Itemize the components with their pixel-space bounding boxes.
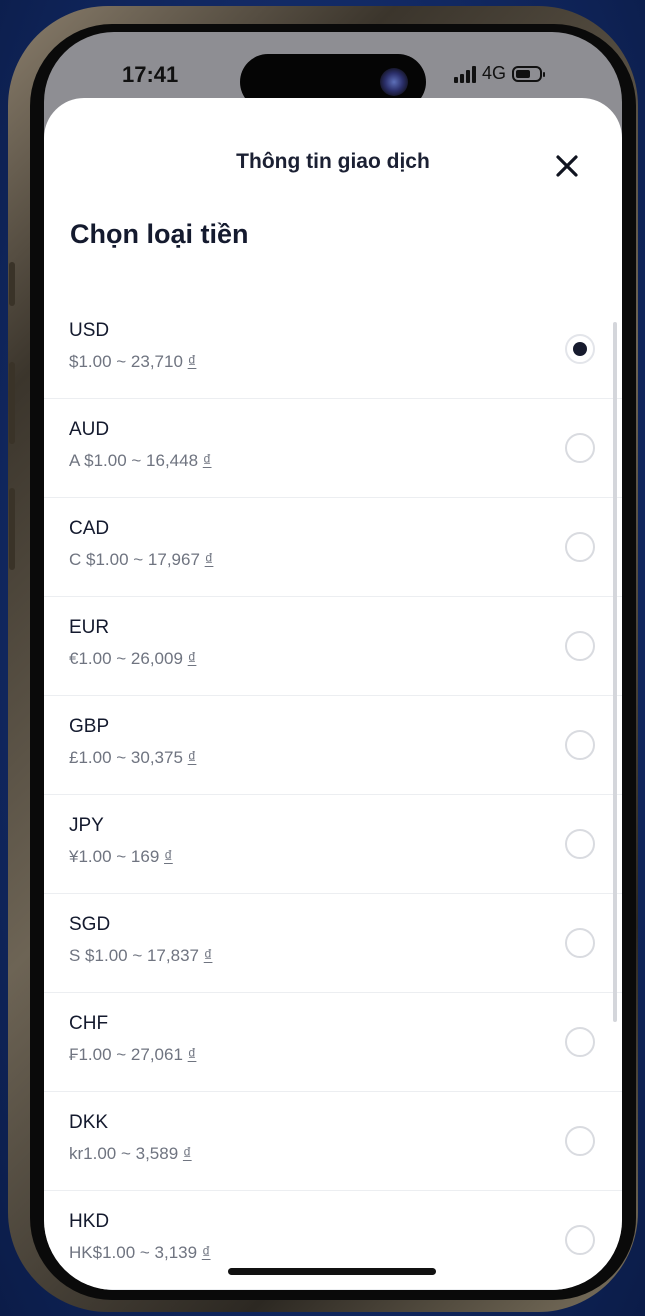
currency-rate: €1.00 ~ 26,009 ₫ [69, 649, 196, 669]
radio-button[interactable] [565, 730, 595, 760]
volume-down-button [9, 488, 15, 570]
radio-button[interactable] [565, 532, 595, 562]
currency-row-chf[interactable]: CHF ₣1.00 ~ 27,061 ₫ [44, 993, 622, 1092]
currency-row-usd[interactable]: USD $1.00 ~ 23,710 ₫ [44, 300, 622, 399]
status-time: 17:41 [122, 62, 179, 87]
radio-button[interactable] [565, 631, 595, 661]
currency-code: SGD [69, 914, 111, 935]
currency-rate: ¥1.00 ~ 169 ₫ [69, 847, 173, 867]
close-icon [556, 155, 578, 177]
radio-button[interactable] [565, 1027, 595, 1057]
rate-value: S $1.00 ~ 17,837 [69, 946, 199, 965]
signal-icon [454, 65, 476, 83]
dong-symbol: ₫ [187, 649, 197, 668]
currency-code: USD [69, 320, 110, 341]
rate-value: ¥1.00 ~ 169 [69, 847, 160, 866]
rate-value: €1.00 ~ 26,009 [69, 649, 183, 668]
currency-code: CAD [69, 518, 110, 539]
radio-button[interactable] [565, 1126, 595, 1156]
camera-icon [380, 68, 408, 96]
currency-row-hkd[interactable]: HKD HK$1.00 ~ 3,139 ₫ [44, 1191, 622, 1290]
currency-code: DKK [69, 1112, 109, 1133]
currency-code: HKD [69, 1211, 110, 1232]
dong-symbol: ₫ [187, 748, 197, 767]
action-button [9, 262, 15, 306]
currency-row-cad[interactable]: CAD C $1.00 ~ 17,967 ₫ [44, 498, 622, 597]
currency-sheet: Thông tin giao dịch Chọn loại tiền USD $1… [44, 98, 622, 1290]
currency-rate: HK$1.00 ~ 3,139 ₫ [69, 1243, 211, 1263]
dong-symbol: ₫ [203, 946, 213, 965]
dong-symbol: ₫ [187, 352, 197, 371]
currency-rate: £1.00 ~ 30,375 ₫ [69, 748, 196, 768]
radio-button[interactable] [565, 928, 595, 958]
currency-code: EUR [69, 617, 110, 638]
currency-rate: ₣1.00 ~ 27,061 ₫ [69, 1045, 196, 1065]
rate-value: £1.00 ~ 30,375 [69, 748, 183, 767]
rate-value: A $1.00 ~ 16,448 [69, 451, 199, 470]
currency-code: GBP [69, 716, 110, 737]
network-type: 4G [482, 63, 507, 83]
rate-value: kr1.00 ~ 3,589 [69, 1144, 179, 1163]
currency-row-eur[interactable]: EUR €1.00 ~ 26,009 ₫ [44, 597, 622, 696]
currency-row-dkk[interactable]: DKK kr1.00 ~ 3,589 ₫ [44, 1092, 622, 1191]
dong-symbol: ₫ [202, 451, 212, 470]
rate-value: ₣1.00 ~ 27,061 [69, 1045, 183, 1064]
section-title: Chọn loại tiền [70, 219, 249, 249]
volume-up-button [9, 362, 15, 444]
sheet-header: Thông tin giao dịch [44, 98, 622, 177]
dong-symbol: ₫ [204, 550, 214, 569]
scrollbar[interactable] [613, 322, 617, 1022]
currency-rate: C $1.00 ~ 17,967 ₫ [69, 550, 213, 570]
currency-rate: S $1.00 ~ 17,837 ₫ [69, 946, 212, 966]
currency-row-jpy[interactable]: JPY ¥1.00 ~ 169 ₫ [44, 795, 622, 894]
rate-value: HK$1.00 ~ 3,139 [69, 1243, 198, 1262]
currency-row-gbp[interactable]: GBP £1.00 ~ 30,375 ₫ [44, 696, 622, 795]
currency-row-sgd[interactable]: SGD S $1.00 ~ 17,837 ₫ [44, 894, 622, 993]
phone-screen: 17:41 4G Thông tin giao dịch Chọn loại t… [44, 32, 622, 1290]
radio-button[interactable] [565, 1225, 595, 1255]
currency-code: JPY [69, 815, 104, 836]
currency-code: CHF [69, 1013, 109, 1034]
dong-symbol: ₫ [201, 1243, 211, 1262]
sheet-title: Thông tin giao dịch [236, 150, 430, 173]
currency-list: USD $1.00 ~ 23,710 ₫ AUD A $1.00 ~ 16,448 ₫… [44, 300, 622, 1290]
currency-rate: A $1.00 ~ 16,448 ₫ [69, 451, 212, 471]
rate-value: C $1.00 ~ 17,967 [69, 550, 200, 569]
dong-symbol: ₫ [187, 1045, 197, 1064]
currency-code: AUD [69, 419, 110, 440]
radio-button[interactable] [565, 433, 595, 463]
currency-row-aud[interactable]: AUD A $1.00 ~ 16,448 ₫ [44, 399, 622, 498]
rate-value: $1.00 ~ 23,710 [69, 352, 183, 371]
home-indicator[interactable] [228, 1268, 436, 1275]
close-button[interactable] [547, 146, 587, 186]
currency-rate: kr1.00 ~ 3,589 ₫ [69, 1144, 192, 1164]
dong-symbol: ₫ [182, 1144, 192, 1163]
dong-symbol: ₫ [164, 847, 173, 866]
radio-selected[interactable] [565, 334, 595, 364]
radio-button[interactable] [565, 829, 595, 859]
currency-rate: $1.00 ~ 23,710 ₫ [69, 352, 196, 372]
battery-icon [512, 65, 546, 82]
status-bar: 17:41 4G [44, 32, 622, 110]
status-indicators: 4G [454, 63, 546, 84]
